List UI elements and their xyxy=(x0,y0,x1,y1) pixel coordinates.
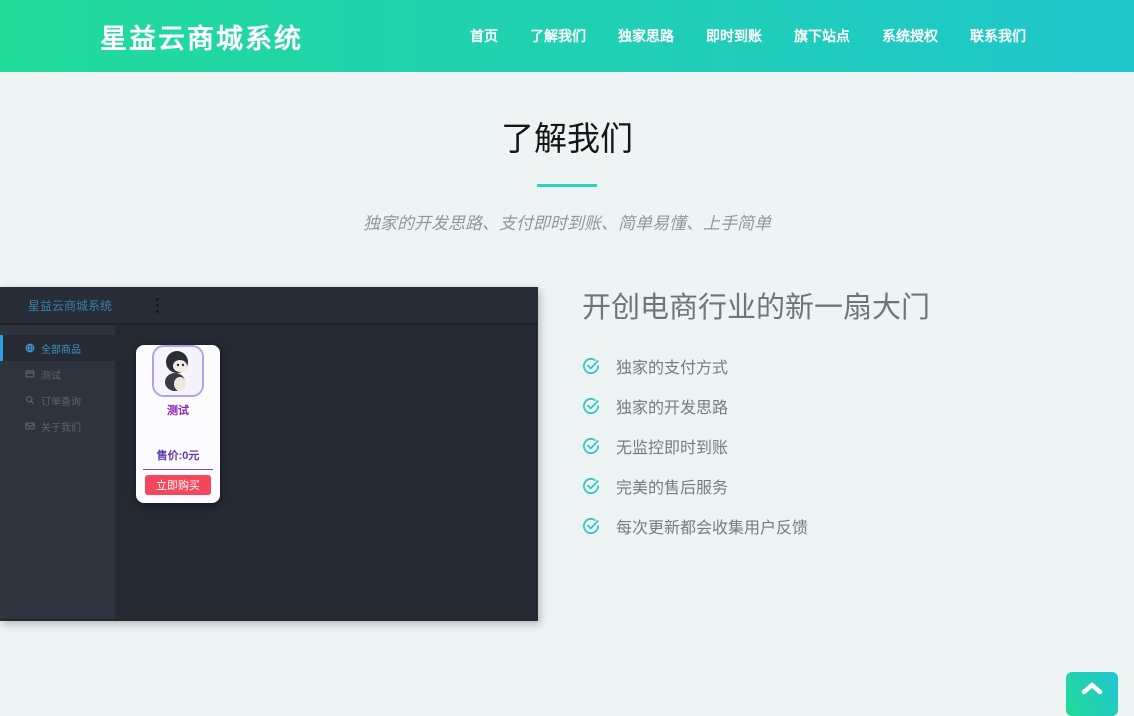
vertical-ellipsis-icon[interactable] xyxy=(156,298,159,313)
admin-sidebar-label: 关于我们 xyxy=(41,419,81,434)
admin-main: 测试 售价:0元 立即购买 xyxy=(115,325,538,619)
admin-sidebar-item-about-us[interactable]: 关于我们 xyxy=(0,413,115,439)
category-icon xyxy=(25,369,35,379)
product-card[interactable]: 测试 售价:0元 立即购买 xyxy=(136,345,220,503)
admin-sidebar-item-order-search[interactable]: 订单查询 xyxy=(0,387,115,413)
nav-item-instant-payment[interactable]: 即时到账 xyxy=(706,26,762,46)
admin-sidebar-item-all-products[interactable]: 全部商品 xyxy=(0,335,115,361)
product-thumbnail-art xyxy=(154,347,202,395)
features-heading: 开创电商行业的新一扇大门 xyxy=(582,284,1002,326)
check-circle-icon xyxy=(582,357,600,375)
admin-sidebar: 全部商品 测试 订单查询 关于我们 xyxy=(0,325,115,619)
admin-body: 全部商品 测试 订单查询 关于我们 xyxy=(0,325,538,619)
feature-label: 完美的售后服务 xyxy=(616,474,728,498)
card-divider xyxy=(143,469,213,470)
product-image xyxy=(152,345,204,397)
features-column: 开创电商行业的新一扇大门 独家的支付方式 独家的开发思路 无监控即时到账 完美的… xyxy=(582,284,1002,546)
feature-item: 无监控即时到账 xyxy=(582,426,1002,466)
feature-item: 独家的开发思路 xyxy=(582,386,1002,426)
feature-label: 每次更新都会收集用户反馈 xyxy=(616,514,808,538)
nav-item-exclusive-ideas[interactable]: 独家思路 xyxy=(618,26,674,46)
admin-screenshot: 星益云商城系统 全部商品 测试 订单查询 关于我们 xyxy=(0,287,538,621)
admin-sidebar-label: 订单查询 xyxy=(41,393,81,408)
feature-label: 独家的开发思路 xyxy=(616,394,728,418)
site-header: 星益云商城系统 首页 了解我们 独家思路 即时到账 旗下站点 系统授权 联系我们 xyxy=(0,0,1134,72)
nav-item-license[interactable]: 系统授权 xyxy=(882,26,938,46)
nav-item-home[interactable]: 首页 xyxy=(470,26,498,46)
search-icon xyxy=(25,395,35,405)
nav-item-sites[interactable]: 旗下站点 xyxy=(794,26,850,46)
about-section: 了解我们 独家的开发思路、支付即时到账、简单易懂、上手简单 xyxy=(0,72,1134,234)
chevron-up-icon xyxy=(1081,681,1103,695)
mail-icon xyxy=(25,421,35,431)
product-name: 测试 xyxy=(136,402,220,418)
admin-sidebar-label: 全部商品 xyxy=(41,341,81,356)
nav-item-about[interactable]: 了解我们 xyxy=(530,26,586,46)
admin-sidebar-item-test[interactable]: 测试 xyxy=(0,361,115,387)
feature-item: 独家的支付方式 xyxy=(582,346,1002,386)
feature-item: 完美的售后服务 xyxy=(582,466,1002,506)
feature-item: 每次更新都会收集用户反馈 xyxy=(582,506,1002,546)
check-circle-icon xyxy=(582,517,600,535)
product-price: 售价:0元 xyxy=(136,447,220,463)
check-circle-icon xyxy=(582,477,600,495)
section-subtitle: 独家的开发思路、支付即时到账、简单易懂、上手简单 xyxy=(0,209,1134,234)
admin-topbar: 星益云商城系统 xyxy=(0,287,538,325)
check-circle-icon xyxy=(582,437,600,455)
admin-sidebar-label: 测试 xyxy=(41,367,61,382)
buy-now-button[interactable]: 立即购买 xyxy=(145,475,211,495)
back-to-top-button[interactable] xyxy=(1066,672,1118,716)
title-underline xyxy=(537,184,597,187)
main-nav: 首页 了解我们 独家思路 即时到账 旗下站点 系统授权 联系我们 xyxy=(470,26,1026,46)
site-brand[interactable]: 星益云商城系统 xyxy=(100,17,303,56)
products-icon xyxy=(25,343,35,353)
feature-label: 独家的支付方式 xyxy=(616,354,728,378)
feature-label: 无监控即时到账 xyxy=(616,434,728,458)
nav-item-contact[interactable]: 联系我们 xyxy=(970,26,1026,46)
check-circle-icon xyxy=(582,397,600,415)
admin-brand: 星益云商城系统 xyxy=(28,297,112,314)
section-title: 了解我们 xyxy=(0,112,1134,160)
